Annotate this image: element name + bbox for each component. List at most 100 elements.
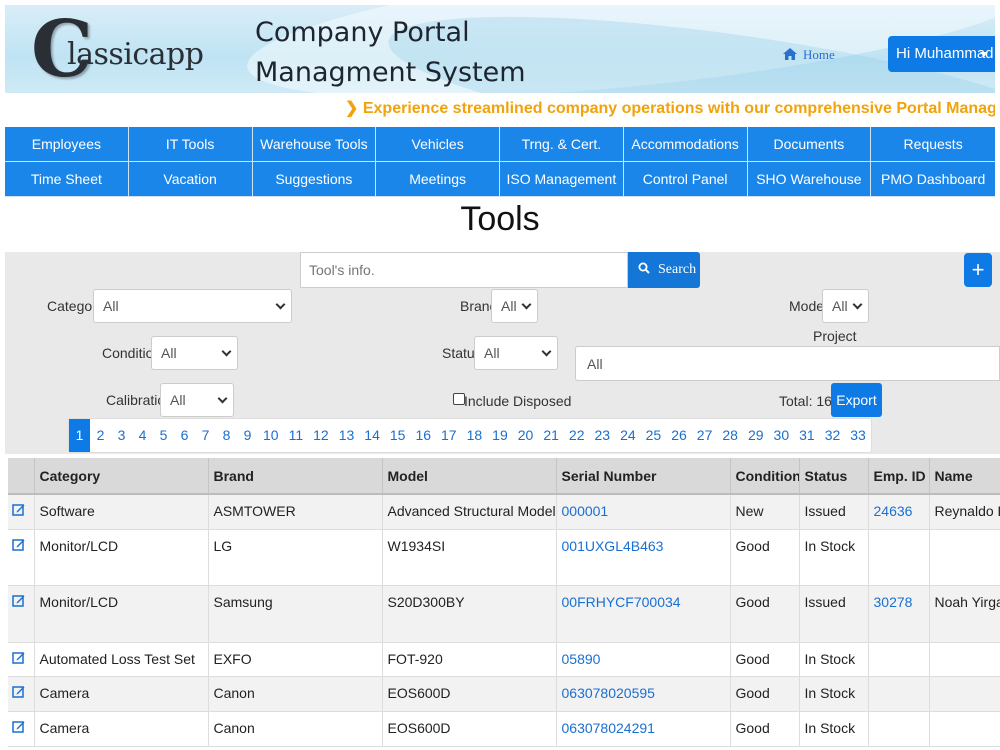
page-link-29[interactable]: 29: [743, 419, 769, 452]
page-link-15[interactable]: 15: [385, 419, 411, 452]
nav-training-certification[interactable]: Trng. & Cert.: [500, 127, 624, 162]
page-link-26[interactable]: 26: [666, 419, 692, 452]
nav-vacation[interactable]: Vacation: [128, 162, 253, 197]
page-link-31[interactable]: 31: [794, 419, 820, 452]
column-header-brand[interactable]: Brand: [208, 458, 383, 495]
page-link-32[interactable]: 32: [820, 419, 846, 452]
nav-documents[interactable]: Documents: [747, 127, 872, 162]
nav-iso-management[interactable]: ISO Management: [500, 162, 624, 197]
cell-serial-number[interactable]: 05890: [556, 642, 731, 677]
edit-icon[interactable]: [12, 685, 25, 698]
page-link-13[interactable]: 13: [334, 419, 360, 452]
edit-icon[interactable]: [12, 720, 25, 733]
cell-serial-number[interactable]: 001UXGL4B463: [556, 529, 731, 586]
column-header-category[interactable]: Category: [34, 458, 209, 495]
page-link-19[interactable]: 19: [487, 419, 513, 452]
nav-accommodations[interactable]: Accommodations: [623, 127, 748, 162]
project-select[interactable]: All: [575, 346, 1000, 381]
page-link-7[interactable]: 7: [195, 419, 216, 452]
classicapp-logo[interactable]: C lassicapp: [31, 11, 204, 93]
row-edit-cell[interactable]: [8, 711, 35, 747]
row-edit-cell[interactable]: [8, 494, 35, 530]
row-edit-cell[interactable]: [8, 676, 35, 712]
column-header-condition[interactable]: Condition: [730, 458, 800, 495]
cell-status: In Stock: [799, 711, 869, 747]
cell-emp-id[interactable]: 24636: [868, 494, 930, 530]
cell-serial-number[interactable]: 00FRHYCF700034: [556, 585, 731, 643]
page-link-24[interactable]: 24: [615, 419, 641, 452]
page-link-8[interactable]: 8: [216, 419, 237, 452]
calibration-select[interactable]: All: [160, 383, 234, 417]
page-link-5[interactable]: 5: [153, 419, 174, 452]
cell-status: In Stock: [799, 676, 869, 712]
page-link-1[interactable]: 1: [69, 419, 90, 452]
nav-vehicles[interactable]: Vehicles: [376, 127, 500, 162]
page-link-28[interactable]: 28: [717, 419, 743, 452]
project-label: Project: [813, 328, 857, 344]
page-link-20[interactable]: 20: [513, 419, 539, 452]
page-link-21[interactable]: 21: [538, 419, 564, 452]
edit-icon[interactable]: [12, 503, 25, 516]
page-link-3[interactable]: 3: [111, 419, 132, 452]
nav-time-sheet[interactable]: Time Sheet: [5, 162, 129, 197]
page-link-16[interactable]: 16: [410, 419, 436, 452]
nav-meetings[interactable]: Meetings: [376, 162, 500, 197]
row-edit-cell[interactable]: [8, 642, 35, 677]
condition-select[interactable]: All: [151, 336, 238, 370]
nav-suggestions[interactable]: Suggestions: [252, 162, 377, 197]
row-edit-cell[interactable]: [8, 529, 35, 586]
brand-select[interactable]: All: [491, 289, 538, 323]
search-input[interactable]: [300, 252, 628, 288]
home-link[interactable]: Home: [783, 47, 835, 63]
page-link-25[interactable]: 25: [641, 419, 667, 452]
page-link-18[interactable]: 18: [462, 419, 488, 452]
nav-warehouse-tools[interactable]: Warehouse Tools: [252, 127, 377, 162]
page-link-10[interactable]: 10: [258, 419, 284, 452]
page-link-22[interactable]: 22: [564, 419, 590, 452]
page-link-11[interactable]: 11: [284, 419, 309, 452]
category-select[interactable]: All: [93, 289, 292, 323]
cell-model: EOS600D: [382, 711, 557, 747]
page-link-23[interactable]: 23: [589, 419, 615, 452]
page-link-17[interactable]: 17: [436, 419, 462, 452]
edit-icon[interactable]: [12, 594, 25, 607]
cell-serial-number[interactable]: 000001: [556, 494, 731, 530]
nav-requests[interactable]: Requests: [871, 127, 995, 162]
cell-serial-number[interactable]: 063078020595: [556, 676, 731, 712]
cell-status: In Stock: [799, 642, 869, 677]
column-header-emp-id[interactable]: Emp. ID: [868, 458, 930, 495]
nav-sho-warehouse[interactable]: SHO Warehouse: [747, 162, 872, 197]
nav-it-tools[interactable]: IT Tools: [128, 127, 253, 162]
table-row: Monitor/LCD LG W1934SI 001UXGL4B463 Good In S…: [8, 529, 1000, 586]
table-row: Camera Canon EOS600D 063078020595 Good In Sto…: [8, 676, 1000, 712]
user-menu-button[interactable]: Hi Muhammad: [888, 36, 995, 72]
cell-category: Camera: [34, 676, 209, 712]
edit-icon[interactable]: [12, 651, 25, 664]
nav-control-panel[interactable]: Control Panel: [623, 162, 748, 197]
column-header-name[interactable]: Name: [929, 458, 1000, 495]
page-link-12[interactable]: 12: [308, 419, 334, 452]
column-header-model[interactable]: Model: [382, 458, 557, 495]
page-link-6[interactable]: 6: [174, 419, 195, 452]
export-button[interactable]: Export: [831, 383, 882, 417]
cell-serial-number[interactable]: 063078024291: [556, 711, 731, 747]
page-link-27[interactable]: 27: [692, 419, 718, 452]
model-select[interactable]: All: [822, 289, 869, 323]
nav-employees[interactable]: Employees: [5, 127, 129, 162]
page-link-4[interactable]: 4: [132, 419, 153, 452]
column-header-status[interactable]: Status: [799, 458, 869, 495]
search-button[interactable]: Search: [628, 252, 700, 288]
page-link-14[interactable]: 14: [359, 419, 385, 452]
page-link-30[interactable]: 30: [769, 419, 795, 452]
cell-emp-id[interactable]: 30278: [868, 585, 930, 643]
cell-name: [929, 529, 1000, 586]
row-edit-cell[interactable]: [8, 585, 35, 643]
add-tool-button[interactable]: +: [964, 253, 992, 287]
page-link-9[interactable]: 9: [237, 419, 258, 452]
nav-pmo-dashboard[interactable]: PMO Dashboard: [871, 162, 995, 197]
page-link-33[interactable]: 33: [845, 419, 871, 452]
column-header-serial-number[interactable]: Serial Number: [556, 458, 731, 495]
page-link-2[interactable]: 2: [90, 419, 111, 452]
edit-icon[interactable]: [12, 538, 25, 551]
status-select[interactable]: All: [474, 336, 558, 370]
